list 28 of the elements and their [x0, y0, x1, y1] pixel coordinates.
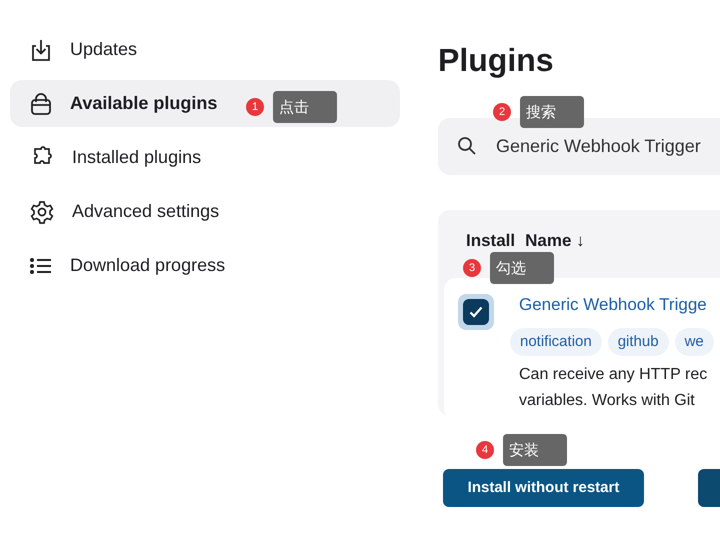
description-line: variables. Works with Git	[519, 391, 695, 411]
column-header[interactable]: Install	[466, 231, 516, 251]
download-icon	[30, 38, 52, 62]
column-header[interactable]: Name ↓	[525, 231, 585, 251]
plugin-name-link[interactable]: Generic Webhook Trigge	[519, 294, 707, 316]
sidebar-item[interactable]: Download progress	[10, 242, 400, 289]
tag[interactable]: we	[674, 328, 714, 356]
tag[interactable]: notification	[510, 328, 602, 356]
list-icon	[30, 256, 52, 274]
step-tooltip: 安装	[503, 434, 567, 466]
shopping-bag-icon	[30, 92, 52, 116]
step-number-badge: 2	[493, 103, 511, 121]
search-field[interactable]: Generic Webhook Trigger	[438, 118, 720, 175]
sidebar-item[interactable]: Installed plugins	[10, 134, 400, 181]
sidebar-item[interactable]: Updates	[10, 26, 400, 73]
description-line: Can receive any HTTP rec	[519, 365, 708, 385]
sidebar-item[interactable]: Advanced settings	[10, 188, 400, 235]
install-without-restart-button[interactable]: Install without restart	[443, 469, 644, 507]
step-tooltip: 点击	[273, 91, 337, 123]
tag[interactable]: github	[608, 328, 669, 356]
search-icon	[457, 136, 477, 156]
step-number-badge: 4	[476, 441, 494, 459]
step-tooltip: 搜索	[520, 96, 584, 128]
checkmark-icon	[469, 306, 483, 318]
step-tooltip: 勾选	[490, 252, 554, 284]
page-title: Plugins	[438, 41, 554, 80]
install-checkbox[interactable]	[458, 294, 494, 330]
gear-icon	[30, 200, 54, 224]
